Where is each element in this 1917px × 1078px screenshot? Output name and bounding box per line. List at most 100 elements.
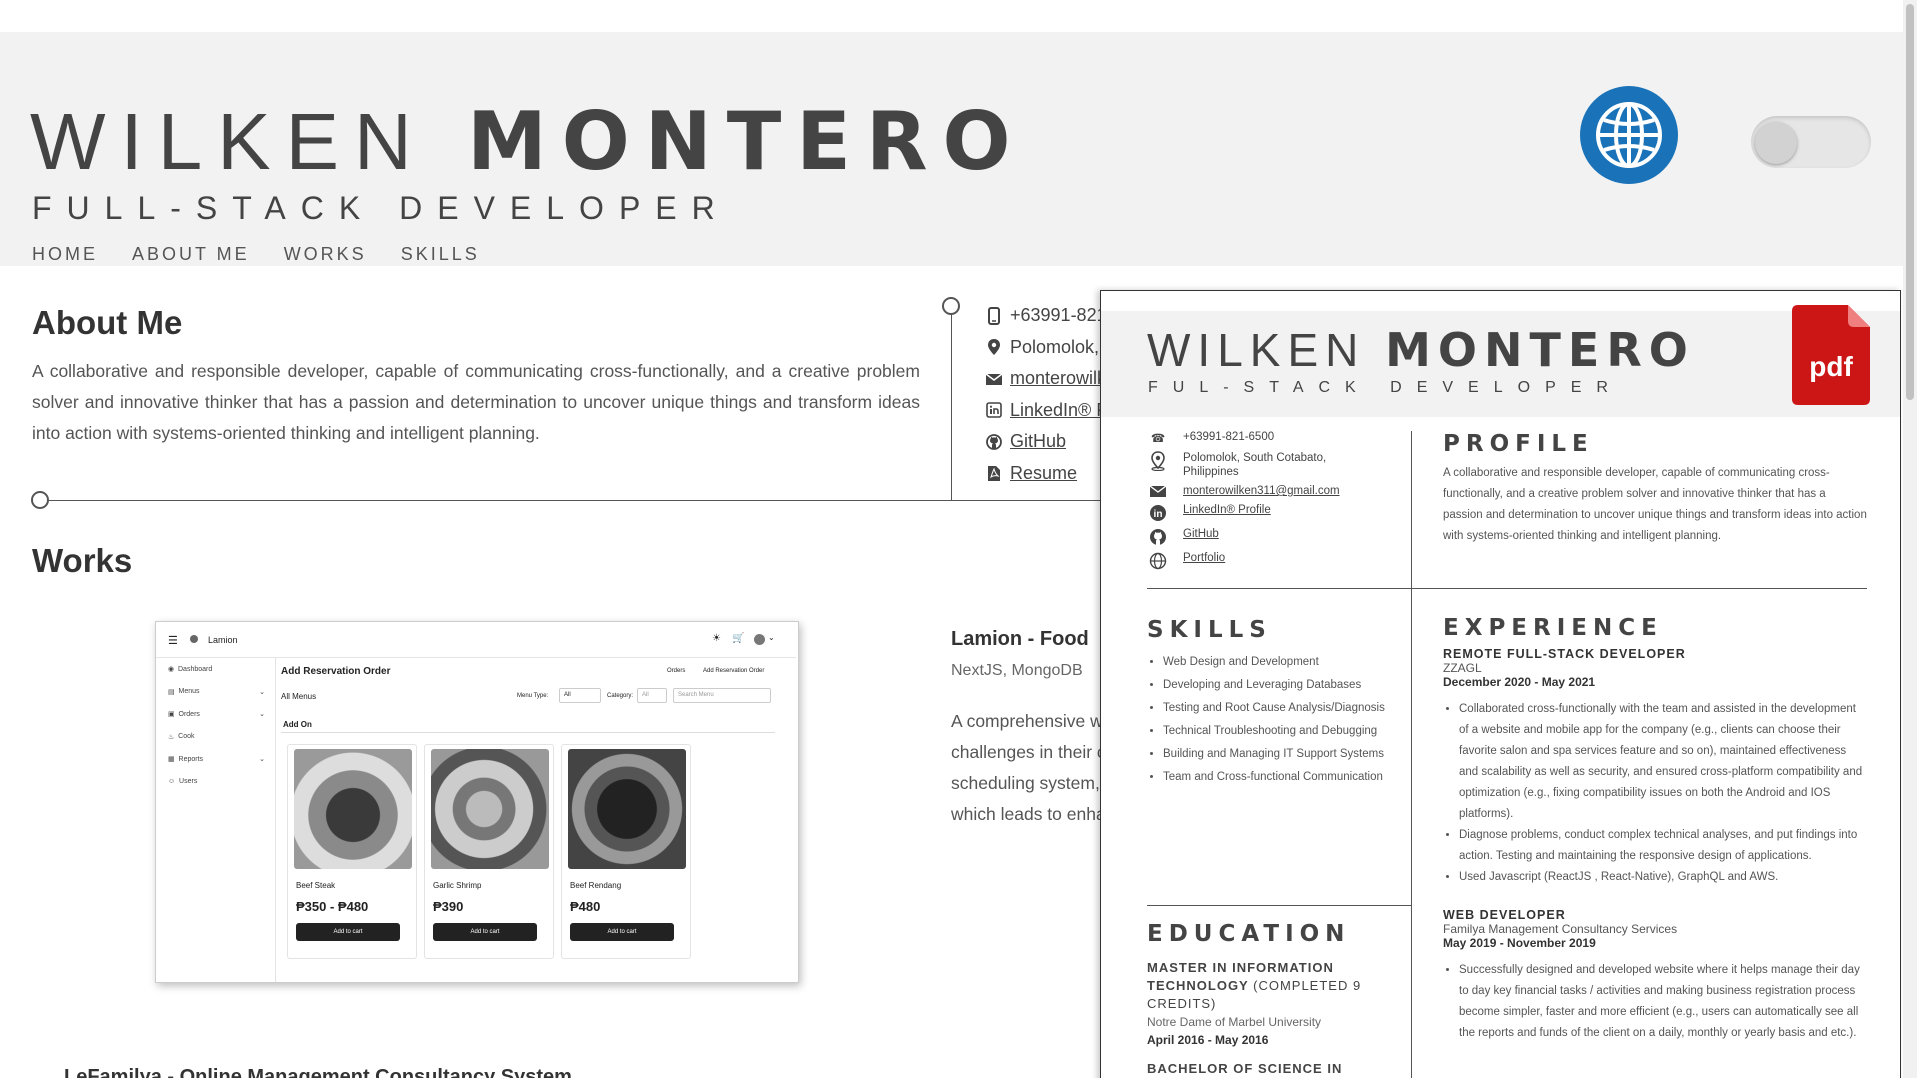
- sidebar-item-reports: ▦ Reports ⌄: [168, 755, 265, 764]
- skill-item: Technical Troubleshooting and Debugging: [1163, 720, 1387, 743]
- resume-portfolio: Portfolio: [1147, 552, 1363, 570]
- mail-icon: [984, 371, 1004, 387]
- skill-item: Building and Managing IT Support Systems: [1163, 743, 1387, 766]
- portfolio-page: WILKEN MONTERO FULL-STACK DEVELOPER HOME…: [0, 0, 1917, 1078]
- nav-skills[interactable]: SKILLS: [401, 244, 480, 265]
- github-icon: [984, 433, 1004, 450]
- resume-contacts: ☎ +63991-821-6500 Polomolok, South Cotaba…: [1147, 431, 1363, 576]
- skill-item: Developing and Leveraging Databases: [1163, 674, 1387, 697]
- menu-card-beef-rendang: Beef Rendang ₱480 Add to cart: [561, 744, 691, 959]
- site-header: WILKEN MONTERO FULL-STACK DEVELOPER HOME…: [0, 32, 1903, 266]
- contact-linkedin: LinkedIn® P: [984, 395, 1116, 427]
- job-bullets: Successfully designed and developed webs…: [1443, 960, 1867, 1044]
- project-description: A comprehensive w challenges in their c …: [951, 711, 1101, 824]
- resume-skills-list: Web Design and Development Developing an…: [1147, 651, 1387, 789]
- linkedin-icon: in: [1147, 504, 1169, 522]
- resume-profile-title: PROFILE: [1443, 431, 1594, 457]
- globe-icon: [1147, 552, 1169, 570]
- menu-card-beef-steak: Beef Steak ₱350 - ₱480 Add to cart: [287, 744, 417, 959]
- main-nav: HOME ABOUT ME WORKS SKILLS: [32, 244, 480, 265]
- location-pin-icon: [1147, 451, 1169, 471]
- contact-resume: Resume: [984, 458, 1116, 490]
- nav-home[interactable]: HOME: [32, 244, 98, 265]
- resume-experience: REMOTE FULL-STACK DEVELOPER ZZAGL Decemb…: [1443, 647, 1867, 1064]
- site-name: WILKEN MONTERO: [30, 95, 1026, 188]
- email-link[interactable]: monterowilk: [1010, 368, 1106, 389]
- project-2-title: LeFamilya - Online Management Consultanc…: [64, 1066, 572, 1078]
- language-globe-icon[interactable]: [1580, 86, 1678, 184]
- food-image: [294, 749, 412, 869]
- screenshot-all-menus: All Menus: [281, 692, 317, 701]
- edu-dates: April 2016 - May 2016: [1147, 1033, 1269, 1047]
- resume-linkedin: in LinkedIn® Profile: [1147, 504, 1363, 522]
- scrollbar-thumb[interactable]: [1906, 4, 1914, 400]
- screenshot-category-select: All: [637, 688, 667, 703]
- contact-email: monterowilk: [984, 363, 1116, 395]
- resume-profile-text: A collaborative and responsible develope…: [1443, 467, 1867, 542]
- nav-about-me[interactable]: ABOUT ME: [132, 244, 250, 265]
- sidebar-item-users: ☺ Users: [168, 778, 198, 786]
- contact-list: +63991-821 Polomolok, S monterowilk Link…: [984, 300, 1116, 489]
- job-title: REMOTE FULL-STACK DEVELOPER: [1443, 647, 1686, 661]
- timeline-horizontal: [40, 500, 1100, 501]
- job-company: ZZAGL: [1443, 661, 1482, 675]
- nav-works[interactable]: WORKS: [284, 244, 367, 265]
- page-scrollbar[interactable]: [1903, 0, 1917, 1078]
- theme-toggle[interactable]: [1751, 116, 1871, 168]
- resume-role: FUL-STACK DEVELOPER: [1148, 379, 1623, 396]
- add-to-cart-button: Add to cart: [433, 923, 537, 941]
- pdf-label: pdf: [1809, 351, 1853, 382]
- location-pin-icon: [984, 338, 1004, 356]
- resume-name: WILKEN MONTERO: [1147, 323, 1695, 377]
- resume-link[interactable]: Resume: [1010, 463, 1077, 484]
- resume-email: monterowilken311@gmail.com: [1147, 485, 1363, 498]
- skill-item: Team and Cross-functional Communication: [1163, 766, 1387, 789]
- svg-text:in: in: [1154, 509, 1163, 520]
- menu-card-name: Garlic Shrimp: [433, 881, 482, 890]
- app-logo-icon: [190, 635, 198, 643]
- resume-github: GitHub: [1147, 528, 1363, 546]
- linkedin-icon: [984, 402, 1004, 419]
- timeline-node: [31, 491, 49, 509]
- screenshot-page-title: Add Reservation Order: [281, 666, 391, 677]
- screenshot-breadcrumb-current: Add Reservation Order: [703, 668, 765, 674]
- timeline-vertical: [951, 306, 952, 501]
- resume-portfolio-link[interactable]: Portfolio: [1183, 552, 1225, 564]
- screenshot-section-title: Add On: [283, 720, 312, 729]
- contact-phone: +63991-821: [984, 300, 1116, 332]
- pdf-file-icon: [984, 465, 1004, 482]
- sidebar-item-cook: ♨ Cook: [168, 733, 195, 741]
- mail-icon: [1147, 485, 1169, 498]
- resume-github-link[interactable]: GitHub: [1183, 528, 1219, 540]
- screenshot-search-input: Search Menu: [673, 688, 771, 703]
- screenshot-menu-type-label: Menu Type:: [517, 693, 549, 699]
- linkedin-link[interactable]: LinkedIn® P: [1010, 400, 1108, 421]
- edu-degree: BACHELOR OF SCIENCE IN: [1147, 1061, 1343, 1076]
- job-company: Familya Management Consultancy Services: [1443, 922, 1678, 936]
- resume-linkedin-link[interactable]: LinkedIn® Profile: [1183, 504, 1271, 516]
- telephone-icon: ☎: [1150, 433, 1166, 445]
- app-name: Lamion: [208, 635, 238, 645]
- screenshot-category-label: Category:: [607, 693, 634, 699]
- pdf-download-icon[interactable]: pdf: [1792, 305, 1870, 405]
- menu-card-price: ₱480: [570, 899, 601, 914]
- edu-school: Notre Dame of Marbel University: [1147, 1015, 1322, 1029]
- site-role: FULL-STACK DEVELOPER: [32, 190, 730, 226]
- github-link[interactable]: GitHub: [1010, 431, 1066, 452]
- job-bullets: Collaborated cross-functionally with the…: [1443, 699, 1867, 888]
- resume-email-link[interactable]: monterowilken311@gmail.com: [1183, 485, 1340, 497]
- skill-item: Testing and Root Cause Analysis/Diagnosi…: [1163, 697, 1387, 720]
- sun-icon: ☀: [712, 633, 721, 644]
- add-to-cart-button: Add to cart: [570, 923, 674, 941]
- resume-education: MASTER IN INFORMATION TECHNOLOGY (COMPLE…: [1147, 959, 1397, 1076]
- resume-phone: ☎ +63991-821-6500: [1147, 431, 1363, 445]
- screenshot-breadcrumb-orders: Orders: [667, 668, 686, 674]
- resume-divider-vertical: [1411, 431, 1412, 1078]
- resume-preview[interactable]: WILKEN MONTERO FUL-STACK DEVELOPER pdf ☎…: [1100, 290, 1901, 1078]
- project-title: Lamion - Food: [951, 628, 1089, 650]
- food-image: [431, 749, 549, 869]
- project-screenshot[interactable]: ☰ Lamion ☀ 🛒 ⌄ ◉ Dashboard ▤ Menus ⌄ ▣ Or…: [155, 621, 799, 983]
- sidebar-item-dashboard: ◉ Dashboard: [168, 665, 213, 674]
- add-to-cart-button: Add to cart: [296, 923, 400, 941]
- menu-card-garlic-shrimp: Garlic Shrimp ₱390 Add to cart: [424, 744, 554, 959]
